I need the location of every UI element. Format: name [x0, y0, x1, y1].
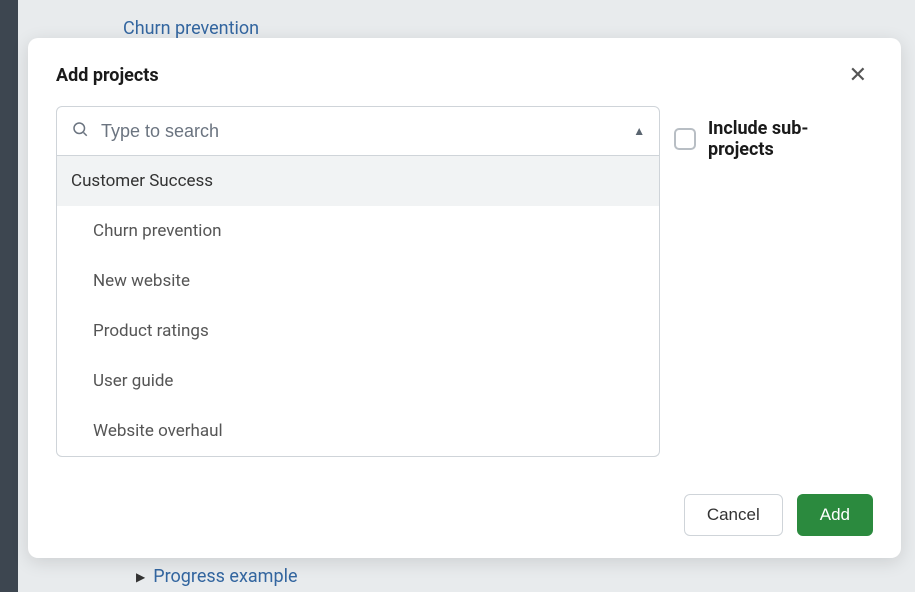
bg-link-progress[interactable]: ▶ Progress example: [136, 566, 298, 587]
sidebar-stub: [0, 0, 18, 592]
project-dropdown: Customer Success Churn prevention New we…: [56, 156, 660, 457]
modal-header: Add projects ✕: [56, 62, 873, 88]
close-icon: ✕: [849, 62, 867, 87]
caret-right-icon: ▶: [136, 570, 145, 584]
modal-title: Add projects: [56, 65, 159, 86]
bg-link-progress-label: Progress example: [153, 566, 297, 587]
dropdown-group-customer-success[interactable]: Customer Success: [57, 156, 659, 206]
modal-body-row: ▲ Customer Success Churn prevention New …: [56, 106, 873, 457]
search-input[interactable]: [101, 121, 621, 142]
bg-link-churn[interactable]: Churn prevention: [123, 18, 259, 39]
modal-footer: Cancel Add: [56, 494, 873, 536]
dropdown-item[interactable]: User guide: [57, 356, 659, 406]
include-subprojects-checkbox[interactable]: [674, 128, 696, 150]
dropdown-item[interactable]: Website overhaul: [57, 406, 659, 456]
add-button[interactable]: Add: [797, 494, 873, 536]
close-button[interactable]: ✕: [843, 62, 873, 88]
include-subprojects-wrap: Include sub-projects: [674, 118, 873, 160]
chevron-up-icon[interactable]: ▲: [633, 124, 645, 138]
dropdown-item[interactable]: Product ratings: [57, 306, 659, 356]
cancel-button[interactable]: Cancel: [684, 494, 783, 536]
dropdown-item[interactable]: New website: [57, 256, 659, 306]
dropdown-item[interactable]: Churn prevention: [57, 206, 659, 256]
search-icon: [71, 120, 89, 142]
add-projects-modal: Add projects ✕ ▲ Customer Success Churn …: [28, 38, 901, 558]
search-combobox: ▲ Customer Success Churn prevention New …: [56, 106, 660, 457]
include-subprojects-label: Include sub-projects: [708, 118, 873, 160]
search-box[interactable]: ▲: [56, 106, 660, 156]
